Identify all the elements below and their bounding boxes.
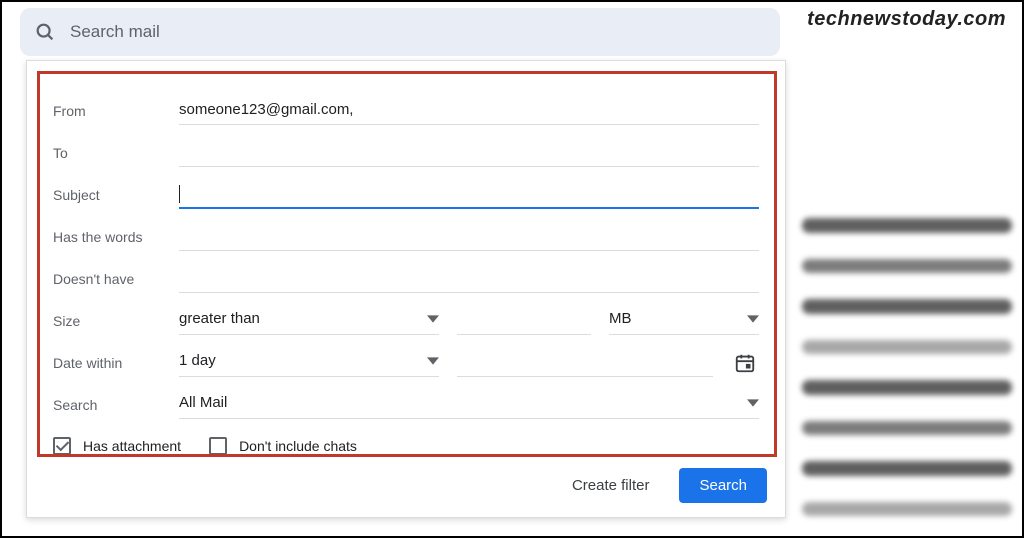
- size-value-field[interactable]: [457, 307, 591, 335]
- subject-field[interactable]: [179, 181, 759, 209]
- chevron-down-icon: [427, 313, 439, 325]
- size-comparator-value: greater than: [179, 310, 260, 327]
- search-placeholder: Search mail: [70, 22, 160, 42]
- date-range-value: 1 day: [179, 352, 216, 369]
- doesnt-have-field[interactable]: [179, 265, 759, 293]
- search-in-value: All Mail: [179, 394, 227, 411]
- subject-label: Subject: [53, 187, 179, 209]
- date-within-label: Date within: [53, 355, 179, 377]
- date-value-field[interactable]: [457, 349, 713, 377]
- chevron-down-icon: [747, 313, 759, 325]
- dont-include-chats-checkbox[interactable]: Don't include chats: [209, 437, 357, 455]
- size-unit-value: MB: [609, 310, 632, 327]
- to-label: To: [53, 145, 179, 167]
- date-range-select[interactable]: 1 day: [179, 349, 439, 377]
- calendar-icon: [734, 352, 756, 374]
- background-email-list: [798, 192, 1016, 530]
- from-field[interactable]: someone123@gmail.com,: [179, 97, 759, 125]
- watermark: technewstoday.com: [807, 8, 1006, 31]
- has-words-label: Has the words: [53, 229, 179, 251]
- calendar-button[interactable]: [731, 349, 759, 377]
- from-label: From: [53, 103, 179, 125]
- search-icon: [34, 21, 56, 43]
- size-label: Size: [53, 313, 179, 335]
- to-field[interactable]: [179, 139, 759, 167]
- checkbox-checked-icon: [53, 437, 71, 455]
- dont-include-chats-label: Don't include chats: [239, 438, 357, 454]
- doesnt-have-label: Doesn't have: [53, 271, 179, 293]
- size-comparator-select[interactable]: greater than: [179, 307, 439, 335]
- has-words-field[interactable]: [179, 223, 759, 251]
- search-options-panel: From someone123@gmail.com, To Subject Ha…: [26, 60, 786, 518]
- search-input[interactable]: Search mail: [20, 8, 780, 56]
- search-in-select[interactable]: All Mail: [179, 391, 759, 419]
- create-filter-button[interactable]: Create filter: [562, 469, 660, 502]
- search-button[interactable]: Search: [679, 468, 767, 503]
- size-unit-select[interactable]: MB: [609, 307, 759, 335]
- has-attachment-label: Has attachment: [83, 438, 181, 454]
- chevron-down-icon: [747, 397, 759, 409]
- chevron-down-icon: [427, 355, 439, 367]
- checkbox-unchecked-icon: [209, 437, 227, 455]
- has-attachment-checkbox[interactable]: Has attachment: [53, 437, 181, 455]
- search-in-label: Search: [53, 397, 179, 419]
